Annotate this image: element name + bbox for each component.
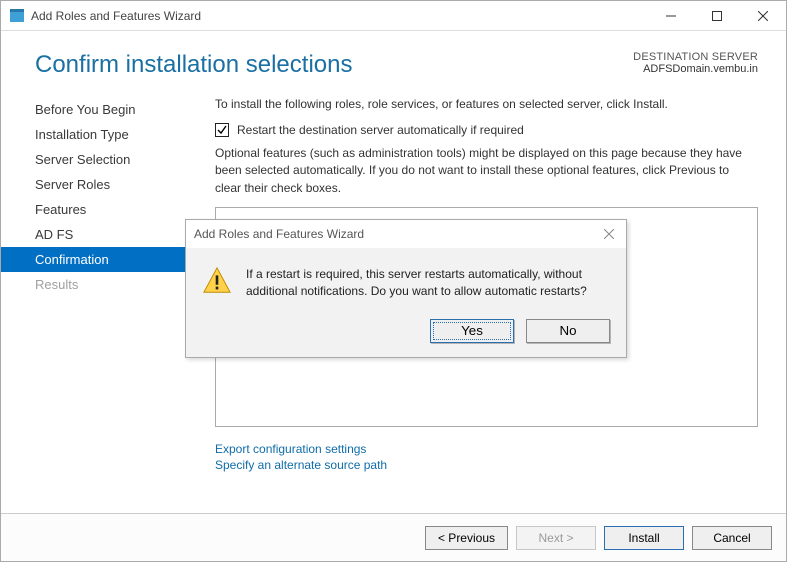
dialog-close-button[interactable] (600, 226, 618, 242)
intro-text: To install the following roles, role ser… (215, 97, 758, 111)
window-controls (648, 1, 786, 31)
footer-buttons: < Previous Next > Install Cancel (1, 513, 786, 561)
confirm-restart-dialog: Add Roles and Features Wizard If a resta… (185, 219, 627, 358)
destination-info: DESTINATION SERVER ADFSDomain.vembu.in (633, 51, 758, 75)
dialog-titlebar: Add Roles and Features Wizard (186, 220, 626, 248)
step-before-you-begin[interactable]: Before You Begin (1, 97, 191, 122)
dialog-buttons: Yes No (186, 309, 626, 357)
destination-label: DESTINATION SERVER (633, 51, 758, 63)
minimize-button[interactable] (648, 1, 694, 31)
cancel-button[interactable]: Cancel (692, 526, 772, 550)
dialog-no-button[interactable]: No (526, 319, 610, 343)
bottom-links: Export configuration settings Specify an… (215, 441, 758, 473)
maximize-icon (712, 11, 722, 21)
close-button[interactable] (740, 1, 786, 31)
export-config-link[interactable]: Export configuration settings (215, 441, 758, 457)
wizard-steps-sidebar: Before You Begin Installation Type Serve… (1, 91, 191, 513)
optional-features-text: Optional features (such as administratio… (215, 145, 758, 197)
destination-server: ADFSDomain.vembu.in (633, 63, 758, 75)
step-features[interactable]: Features (1, 197, 191, 222)
app-icon (9, 8, 25, 24)
titlebar: Add Roles and Features Wizard (1, 1, 786, 31)
step-server-selection[interactable]: Server Selection (1, 147, 191, 172)
step-results: Results (1, 272, 191, 297)
dialog-message: If a restart is required, this server re… (246, 266, 610, 301)
close-icon (604, 229, 614, 239)
maximize-button[interactable] (694, 1, 740, 31)
wizard-window: Add Roles and Features Wizard Confirm in… (0, 0, 787, 562)
step-server-roles[interactable]: Server Roles (1, 172, 191, 197)
step-confirmation[interactable]: Confirmation (1, 247, 191, 272)
page-title: Confirm installation selections (35, 51, 633, 79)
minimize-icon (666, 11, 676, 21)
next-button: Next > (516, 526, 596, 550)
previous-button[interactable]: < Previous (425, 526, 508, 550)
dialog-yes-button[interactable]: Yes (430, 319, 514, 343)
header: Confirm installation selections DESTINAT… (1, 31, 786, 87)
close-icon (758, 11, 768, 21)
install-button[interactable]: Install (604, 526, 684, 550)
restart-checkbox-row[interactable]: Restart the destination server automatic… (215, 123, 758, 137)
restart-checkbox[interactable] (215, 123, 229, 137)
window-title: Add Roles and Features Wizard (31, 9, 648, 23)
checkmark-icon (217, 125, 227, 135)
dialog-title: Add Roles and Features Wizard (194, 227, 364, 241)
warning-icon (202, 266, 232, 301)
alternate-source-link[interactable]: Specify an alternate source path (215, 457, 758, 473)
step-ad-fs[interactable]: AD FS (1, 222, 191, 247)
restart-checkbox-label: Restart the destination server automatic… (237, 123, 524, 137)
step-installation-type[interactable]: Installation Type (1, 122, 191, 147)
dialog-body: If a restart is required, this server re… (186, 248, 626, 309)
